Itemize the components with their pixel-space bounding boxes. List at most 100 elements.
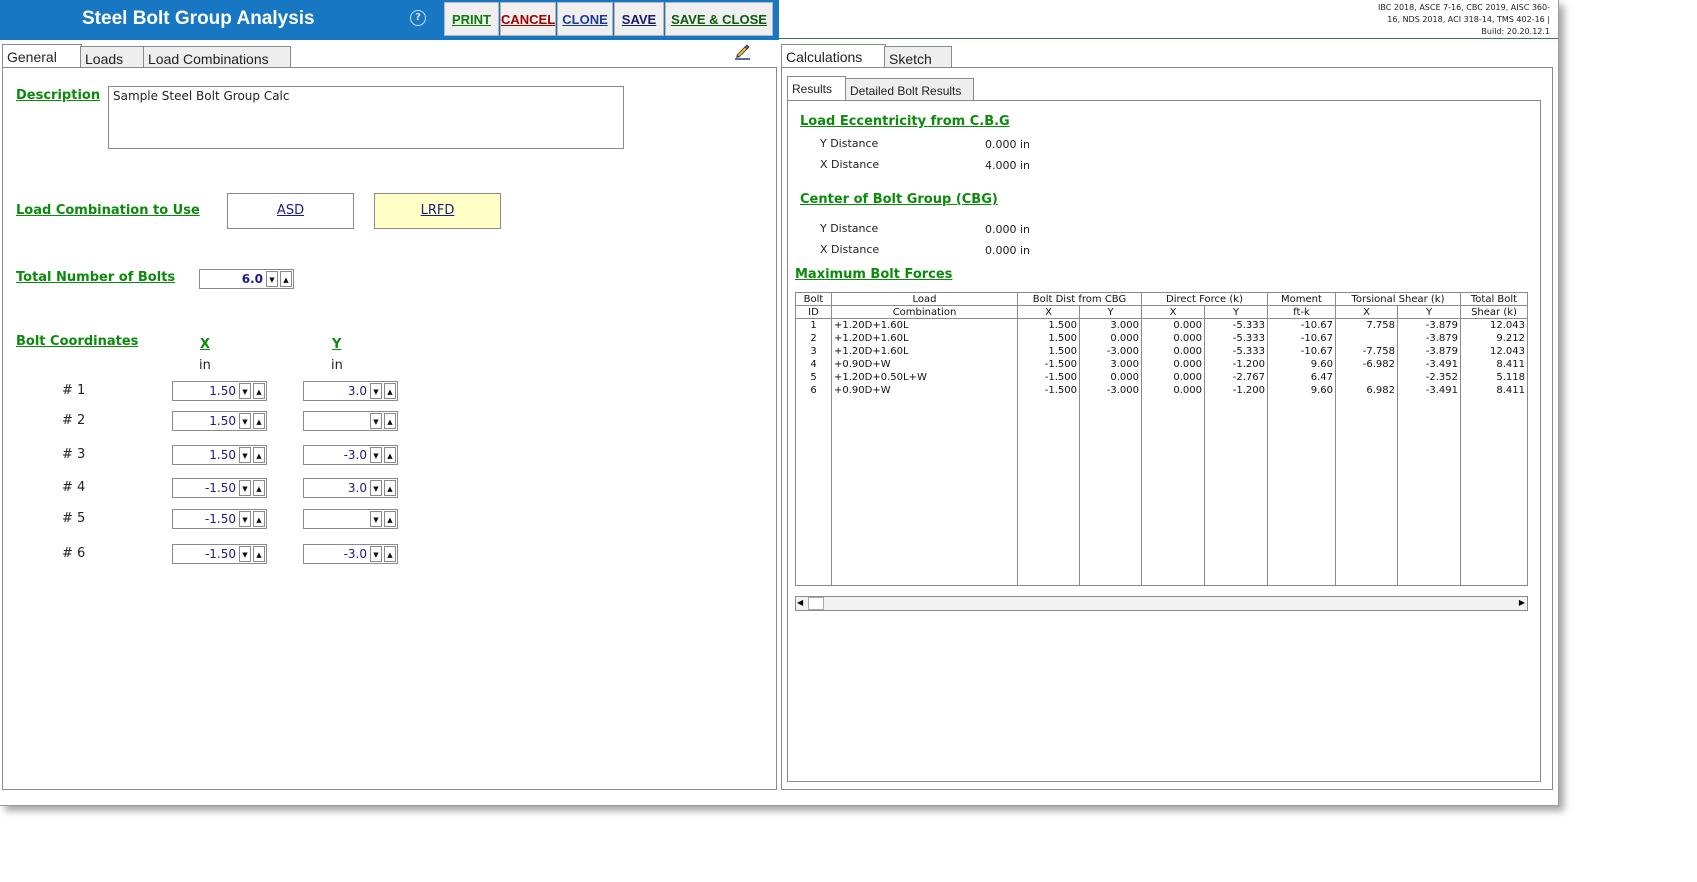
col-subheader: X (1335, 305, 1398, 319)
chevron-up-icon[interactable]: ▲ (253, 511, 265, 527)
col-subheader: Shear (k) (1460, 305, 1528, 319)
table-cell: 3 (795, 345, 832, 358)
bolt-x-value: -1.50 (204, 547, 236, 561)
chevron-down-icon[interactable]: ▼ (239, 480, 251, 496)
chevron-up-icon[interactable]: ▲ (384, 511, 396, 527)
table-row: 2 +1.20D+1.60L 1.500 0.000 0.000 -5.333 -10.67… (795, 332, 1528, 345)
table-cell: -3.879 (1397, 345, 1461, 358)
col-header: Direct Force (k) (1141, 292, 1268, 306)
chevron-down-icon[interactable]: ▼ (370, 413, 382, 429)
table-cell: 6.982 (1335, 384, 1398, 397)
tab-load-combinations[interactable]: Load Combinations (143, 46, 291, 68)
chevron-down-icon[interactable]: ▼ (239, 413, 251, 429)
asd-button[interactable]: ASD (227, 193, 354, 229)
save-close-button[interactable]: SAVE & CLOSE (665, 2, 773, 36)
bolt-y-stepper[interactable]: -3.0 ▼ ▲ (303, 445, 398, 465)
help-icon[interactable]: ? (410, 10, 426, 26)
chevron-up-icon[interactable]: ▲ (384, 383, 396, 399)
chevron-up-icon[interactable]: ▲ (253, 447, 265, 463)
table-cell-empty (1335, 397, 1398, 586)
tab-detailed-bolt-results[interactable]: Detailed Bolt Results (845, 78, 974, 100)
bolt-x-stepper[interactable]: 1.50 ▼ ▲ (172, 445, 267, 465)
table-cell: 9.60 (1267, 358, 1336, 371)
chevron-down-icon[interactable]: ▼ (370, 480, 382, 496)
chevron-down-icon[interactable]: ▼ (239, 546, 251, 562)
table-row: 5 +1.20D+0.50L+W -1.500 0.000 0.000 -2.767 6.4… (795, 371, 1528, 384)
max-bolt-forces-title: Maximum Bolt Forces (795, 267, 953, 282)
cancel-button[interactable]: CANCEL (500, 2, 556, 36)
bolt-x-stepper[interactable]: 1.50 ▼ ▲ (172, 411, 267, 431)
table-row: 3 +1.20D+1.60L 1.500 -3.000 0.000 -5.333 -10.6… (795, 345, 1528, 358)
chevron-down-icon[interactable]: ▼ (370, 511, 382, 527)
table-cell-empty (1460, 397, 1528, 586)
clone-button[interactable]: CLONE (557, 2, 613, 36)
tab-loads[interactable]: Loads (80, 46, 144, 68)
save-button[interactable]: SAVE (614, 2, 664, 36)
chevron-up-icon[interactable]: ▲ (280, 271, 292, 287)
table-cell-empty (1397, 397, 1461, 586)
bolt-y-value: 3.0 (347, 384, 367, 398)
description-field[interactable]: Sample Steel Bolt Group Calc (108, 86, 624, 149)
bolt-x-stepper[interactable]: 1.50 ▼ ▲ (172, 381, 267, 401)
bolt-y-value: 3.0 (347, 481, 367, 495)
chevron-down-icon[interactable]: ▼ (266, 271, 278, 287)
total-bolts-value: 6.0 (241, 272, 263, 286)
col-subheader: ft-k (1267, 305, 1336, 319)
table-cell-empty (1267, 397, 1336, 586)
table-cell: +1.20D+0.50L+W (831, 371, 1018, 384)
chevron-up-icon[interactable]: ▲ (384, 546, 396, 562)
table-cell: 0.000 (1079, 332, 1142, 345)
chevron-up-icon[interactable]: ▲ (253, 546, 265, 562)
bolt-number-label: # 6 (62, 546, 86, 561)
chevron-down-icon[interactable]: ▼ (370, 546, 382, 562)
tab-sketch[interactable]: Sketch (884, 46, 952, 68)
app-window: Steel Bolt Group Analysis ? PRINT CANCEL… (0, 0, 1559, 806)
table-header-row: Bolt Load Bolt Dist from CBG Direct Forc… (795, 292, 1528, 306)
table-cell: 12.043 (1460, 318, 1528, 332)
table-cell: -7.758 (1335, 345, 1398, 358)
table-row: 4 +0.90D+W -1.500 3.000 0.000 -1.200 9.60 -6.98… (795, 358, 1528, 371)
table-cell: -10.67 (1267, 345, 1336, 358)
bolt-x-stepper[interactable]: -1.50 ▼ ▲ (172, 478, 267, 498)
table-cell: -1.200 (1204, 384, 1268, 397)
bolt-x-stepper[interactable]: -1.50 ▼ ▲ (172, 509, 267, 529)
scroll-thumb[interactable] (808, 597, 824, 610)
load-combination-label: Load Combination to Use (16, 203, 200, 218)
chevron-up-icon[interactable]: ▲ (384, 447, 396, 463)
tab-general[interactable]: General (2, 44, 82, 68)
table-cell: 5.118 (1460, 371, 1528, 384)
col-subheader: Combination (831, 305, 1018, 319)
bolt-y-stepper[interactable]: 3.0 ▼ ▲ (303, 381, 398, 401)
chevron-down-icon[interactable]: ▼ (239, 447, 251, 463)
tab-calculations[interactable]: Calculations (781, 44, 886, 68)
chevron-up-icon[interactable]: ▲ (384, 413, 396, 429)
scroll-right-icon[interactable]: ▶ (1519, 598, 1525, 607)
chevron-down-icon[interactable]: ▼ (239, 383, 251, 399)
table-cell: -3.879 (1397, 332, 1461, 345)
chevron-down-icon[interactable]: ▼ (370, 447, 382, 463)
bolt-y-stepper[interactable]: -3.0 ▼ ▲ (303, 544, 398, 564)
edit-pencil-icon[interactable] (734, 42, 752, 64)
cbg-title: Center of Bolt Group (CBG) (800, 192, 998, 207)
bolt-y-stepper[interactable]: ▼ ▲ (303, 509, 398, 529)
table-cell: -3.879 (1397, 318, 1461, 332)
scroll-left-icon[interactable]: ◀ (797, 598, 803, 607)
chevron-down-icon[interactable]: ▼ (370, 383, 382, 399)
total-bolts-stepper[interactable]: 6.0 ▼ ▲ (199, 269, 294, 289)
lrfd-button[interactable]: LRFD (374, 193, 501, 229)
print-button[interactable]: PRINT (444, 2, 499, 36)
table-subheader-row: ID Combination X Y X Y ft-k X Y Shear (k… (795, 305, 1528, 319)
cbg-y-label: Y Distance (820, 222, 879, 235)
chevron-down-icon[interactable]: ▼ (239, 511, 251, 527)
horizontal-scrollbar[interactable]: ◀ ▶ (795, 596, 1528, 611)
chevron-up-icon[interactable]: ▲ (384, 480, 396, 496)
chevron-up-icon[interactable]: ▲ (253, 413, 265, 429)
bolt-x-stepper[interactable]: -1.50 ▼ ▲ (172, 544, 267, 564)
bolt-y-stepper[interactable]: ▼ ▲ (303, 411, 398, 431)
tab-results[interactable]: Results (787, 76, 846, 100)
chevron-up-icon[interactable]: ▲ (253, 480, 265, 496)
chevron-up-icon[interactable]: ▲ (253, 383, 265, 399)
cbg-x-value: 0.000 in (985, 244, 1031, 257)
bolt-number-label: # 1 (62, 383, 86, 398)
bolt-y-stepper[interactable]: 3.0 ▼ ▲ (303, 478, 398, 498)
